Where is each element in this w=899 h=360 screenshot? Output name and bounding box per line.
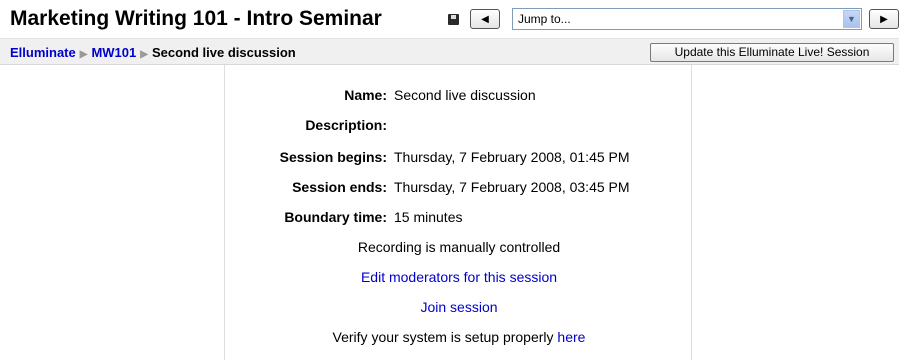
navigation-bar: Elluminate ▶ MW101 ▶ Second live discussion … xyxy=(0,38,899,65)
field-value: Second live discussion xyxy=(394,87,536,103)
breadcrumb-separator-icon: ▶ xyxy=(140,49,148,60)
edit-moderators-link[interactable]: Edit moderators for this session xyxy=(361,269,557,285)
verify-system-text: Verify your system is setup properly xyxy=(332,329,554,345)
left-arrow-icon: ◀ xyxy=(481,13,489,25)
update-session-button[interactable]: Update this Elluminate Live! Session xyxy=(650,43,894,62)
recording-status-text: Recording is manually controlled xyxy=(357,239,561,255)
jump-to-select[interactable]: Jump to... ▼ xyxy=(512,8,862,30)
field-value: Thursday, 7 February 2008, 01:45 PM xyxy=(394,149,630,165)
breadcrumb: Elluminate ▶ MW101 ▶ Second live discussion xyxy=(10,45,296,60)
breadcrumb-current: Second live discussion xyxy=(151,45,296,60)
breadcrumb-link-elluminate[interactable]: Elluminate xyxy=(10,45,76,60)
right-arrow-icon: ▶ xyxy=(880,13,888,25)
field-label: Boundary time: xyxy=(284,209,387,225)
edit-moderators-link-row: Edit moderators for this session xyxy=(225,269,693,285)
breadcrumb-separator-icon: ▶ xyxy=(79,49,88,60)
field-value: Thursday, 7 February 2008, 03:45 PM xyxy=(394,179,630,195)
page-header: Marketing Writing 101 - Intro Seminar ◀ … xyxy=(0,0,899,38)
verify-system-row: Verify your system is setup properly her… xyxy=(225,329,693,345)
session-details-panel: Name: Second live discussion Description… xyxy=(224,65,692,360)
verify-system-link[interactable]: here xyxy=(557,329,585,345)
field-label: Description: xyxy=(305,117,387,133)
field-label: Session ends: xyxy=(292,179,387,195)
chevron-down-icon[interactable]: ▼ xyxy=(843,10,860,28)
floppy-disk-icon[interactable] xyxy=(448,14,459,25)
previous-activity-button[interactable]: ◀ xyxy=(470,9,500,29)
field-label: Session begins: xyxy=(279,149,387,165)
join-session-link-row: Join session xyxy=(225,299,693,315)
jump-to-selected-value: Jump to... xyxy=(518,12,571,26)
next-activity-button[interactable]: ▶ xyxy=(869,9,899,29)
join-session-link[interactable]: Join session xyxy=(420,299,497,315)
page-title: Marketing Writing 101 - Intro Seminar xyxy=(10,7,382,30)
field-label: Name: xyxy=(344,87,387,103)
breadcrumb-link-course[interactable]: MW101 xyxy=(91,45,136,60)
field-value: 15 minutes xyxy=(394,209,463,225)
